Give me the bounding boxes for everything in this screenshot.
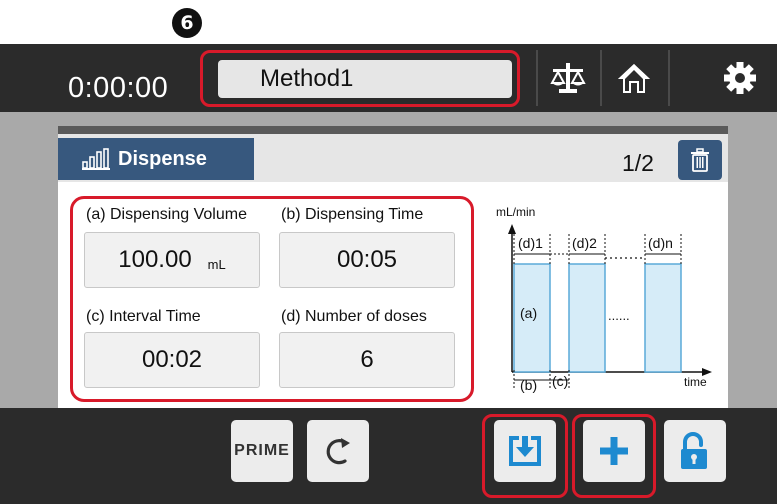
balance-button[interactable] — [538, 44, 598, 112]
save-icon — [509, 436, 541, 466]
panel-top-border — [58, 126, 728, 134]
diagram-dn: (d)n — [648, 235, 673, 251]
bottom-bar — [0, 408, 777, 504]
dispensing-time-field[interactable]: 00:05 — [279, 232, 455, 288]
refresh-button[interactable] — [307, 420, 369, 482]
delete-button[interactable] — [678, 140, 722, 180]
trash-icon — [691, 148, 709, 172]
time-label: (b) Dispensing Time — [281, 206, 424, 223]
unlock-button[interactable] — [664, 420, 726, 482]
balance-icon — [550, 63, 586, 93]
refresh-icon — [326, 438, 350, 465]
dose-bar-n — [644, 263, 682, 373]
diagram-d1: (d)1 — [518, 235, 543, 251]
doses-label: (d) Number of doses — [281, 308, 427, 325]
interval-time-field[interactable]: 00:02 — [84, 332, 260, 388]
prime-label: PRIME — [234, 442, 290, 459]
number-of-doses-field[interactable]: 6 — [279, 332, 455, 388]
volume-label: (a) Dispensing Volume — [86, 206, 247, 223]
plus-icon — [600, 437, 628, 465]
settings-button[interactable] — [710, 44, 770, 112]
tab-dispense-label: Dispense — [118, 147, 207, 170]
prime-button[interactable]: PRIME — [231, 420, 293, 482]
volume-value: 100.00 — [118, 246, 192, 273]
add-button[interactable] — [583, 420, 645, 482]
diagram-y-label: mL/min — [496, 205, 535, 219]
page-indicator: 1/2 — [622, 150, 654, 176]
dispense-diagram: mL/min (d)1 (d)2 (d)n (a) ...... (b) (c)… — [496, 205, 712, 393]
method-name-field[interactable]: Method1 — [218, 60, 512, 98]
gear-icon — [724, 62, 756, 94]
diagram-ellipsis: ...... — [608, 308, 630, 323]
dose-bar-2 — [568, 263, 606, 373]
diagram-d2: (d)2 — [572, 235, 597, 251]
home-button[interactable] — [604, 44, 664, 112]
save-button[interactable] — [494, 420, 556, 482]
divider — [668, 50, 670, 106]
elapsed-timer: 0:00:00 — [68, 72, 169, 104]
bar-chart-icon — [82, 148, 110, 170]
diagram-x-label: time — [684, 375, 707, 389]
callout-6: 6 — [172, 8, 202, 38]
diagram-b: (b) — [520, 377, 537, 393]
dispensing-volume-field[interactable]: 100.00 mL — [84, 232, 260, 288]
volume-unit: mL — [207, 256, 226, 272]
tab-dispense[interactable]: Dispense — [58, 138, 254, 180]
home-icon — [618, 64, 650, 93]
diagram-c: (c) — [552, 373, 568, 389]
interval-label: (c) Interval Time — [86, 308, 201, 325]
diagram-a: (a) — [520, 305, 537, 321]
unlock-icon — [681, 432, 707, 469]
divider — [600, 50, 602, 106]
